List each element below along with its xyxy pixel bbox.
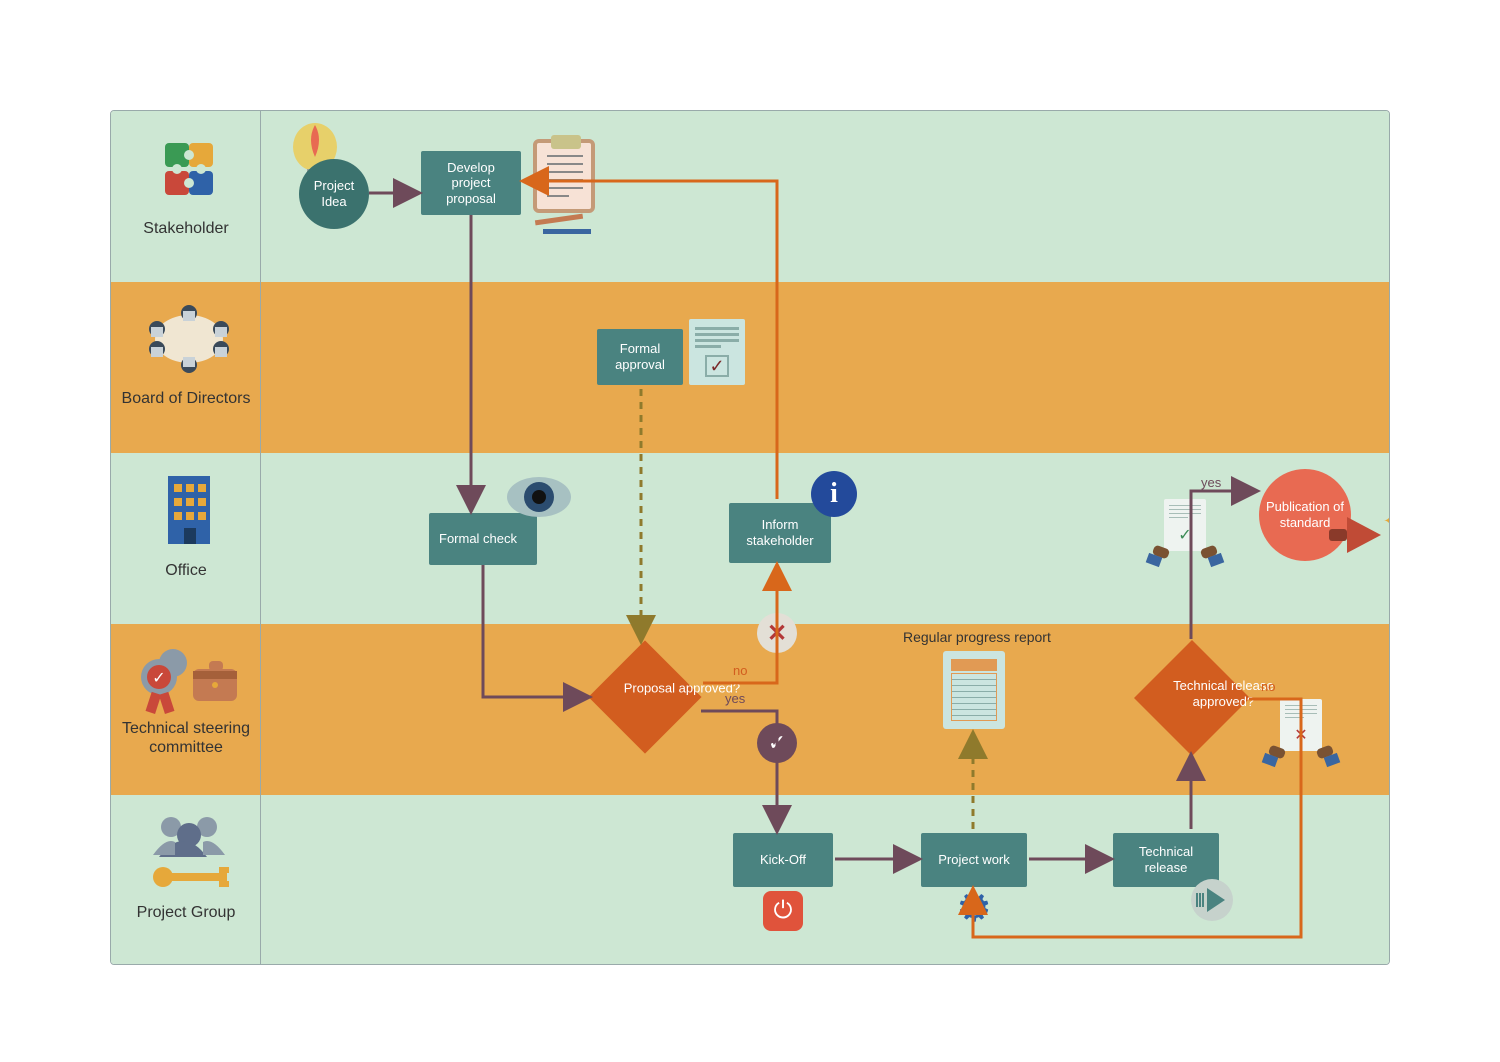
power-icon: ⏻: [763, 891, 803, 931]
node-project-work-label: Project work: [938, 852, 1010, 868]
gear-icon: ⚙: [953, 887, 995, 929]
node-project-idea-label: Project Idea: [305, 178, 363, 209]
node-project-idea: Project Idea: [299, 159, 369, 229]
lane-label-office: Office: [111, 561, 261, 580]
lane-label-tsc: Technical steering committee: [111, 719, 261, 757]
edge-label-no-1: no: [733, 663, 747, 678]
lane-board: [111, 282, 1389, 453]
node-inform-stakeholder-label: Inform stakeholder: [735, 517, 825, 548]
node-project-work: Project work: [921, 833, 1027, 887]
stakeholder-icon: [139, 123, 239, 213]
node-develop-proposal-label: Develop project proposal: [427, 160, 515, 207]
tsc-icon: ✓: [129, 636, 249, 726]
approval-doc-icon: ✓: [689, 319, 745, 385]
forward-arrow-icon: [1191, 879, 1233, 921]
office-icon: [139, 465, 239, 555]
eye-icon: [507, 477, 571, 517]
node-formal-approval: Formal approval: [597, 329, 683, 385]
lane-label-board: Board of Directors: [111, 389, 261, 408]
report-icon: [943, 651, 1005, 729]
svg-text:✓: ✓: [152, 670, 165, 687]
edge-label-yes-2: yes: [1201, 475, 1221, 490]
diagram-canvas: Stakeholder Board of Directors: [0, 0, 1500, 1062]
clipboard-icon: [533, 139, 595, 213]
node-formal-check-label: Formal check: [439, 531, 517, 547]
board-icon: [139, 294, 239, 384]
cross-icon: ✕: [757, 613, 797, 653]
check-icon: ✓: [757, 723, 797, 763]
swimlane-frame: Stakeholder Board of Directors: [110, 110, 1390, 965]
label-regular-report: Regular progress report: [903, 629, 1051, 645]
node-develop-proposal: Develop project proposal: [421, 151, 521, 215]
node-formal-check: Formal check: [429, 513, 537, 565]
project-group-icon: [139, 807, 239, 897]
lane-label-stakeholder: Stakeholder: [111, 219, 261, 238]
megaphone-icon: ✦: [1337, 515, 1387, 555]
edge-label-yes-1: yes: [725, 691, 745, 706]
decision-proposal-approved-label: Proposal approved?: [622, 681, 742, 697]
edge-label-no-2: no: [1261, 679, 1275, 694]
info-icon: i: [811, 471, 857, 517]
node-kick-off-label: Kick-Off: [760, 852, 806, 868]
hands-reject-icon: ✕: [1271, 699, 1331, 769]
hands-accept-icon: ✓: [1155, 499, 1215, 569]
lane-label-project-group: Project Group: [111, 903, 261, 922]
node-kick-off: Kick-Off: [733, 833, 833, 887]
node-technical-release-label: Technical release: [1119, 844, 1213, 875]
node-formal-approval-label: Formal approval: [603, 341, 677, 372]
